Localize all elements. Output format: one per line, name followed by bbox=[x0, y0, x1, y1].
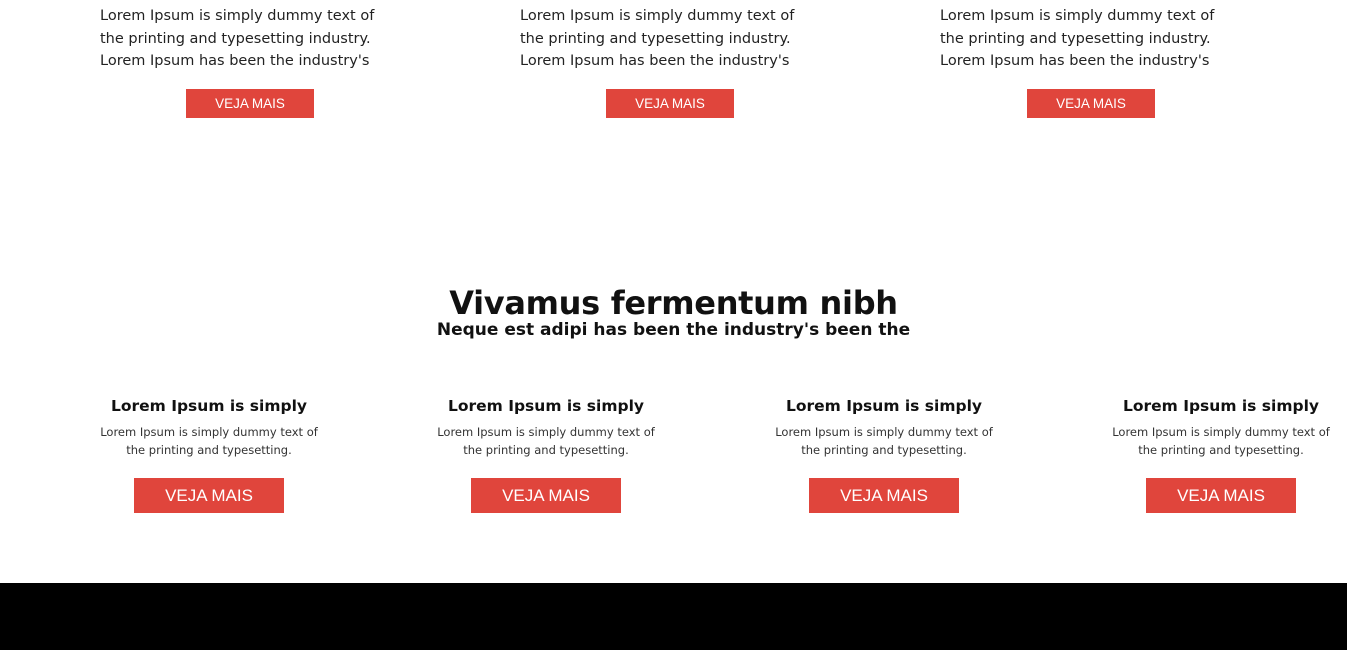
page: Lorem Ipsum is simply dummy text of the … bbox=[0, 0, 1347, 650]
veja-mais-button[interactable]: VEJA MAIS bbox=[186, 89, 314, 118]
top-card-1: Lorem Ipsum is simply dummy text of the … bbox=[100, 5, 400, 73]
feature-card-title: Lorem Ipsum is simply bbox=[447, 397, 645, 415]
feature-card-4: Lorem Ipsum is simply Lorem Ipsum is sim… bbox=[1091, 396, 1347, 513]
feature-card-text: Lorem Ipsum is simply dummy text of the … bbox=[437, 425, 655, 457]
feature-card-title: Lorem Ipsum is simply bbox=[785, 397, 983, 415]
section-subtitle: Neque est adipi has been the industry's … bbox=[436, 320, 911, 340]
feature-card-text: Lorem Ipsum is simply dummy text of the … bbox=[100, 425, 318, 457]
veja-mais-button[interactable]: VEJA MAIS bbox=[1027, 89, 1155, 118]
feature-card-title: Lorem Ipsum is simply bbox=[1122, 397, 1320, 415]
top-card-text: Lorem Ipsum is simply dummy text of the … bbox=[520, 8, 795, 69]
top-card-text: Lorem Ipsum is simply dummy text of the … bbox=[100, 8, 375, 69]
feature-card-1: Lorem Ipsum is simply Lorem Ipsum is sim… bbox=[79, 396, 339, 513]
veja-mais-button[interactable]: VEJA MAIS bbox=[1146, 478, 1296, 513]
feature-card-title: Lorem Ipsum is simply bbox=[110, 397, 308, 415]
section-title: Vivamus fermentum nibh bbox=[449, 284, 898, 322]
feature-card-text: Lorem Ipsum is simply dummy text of the … bbox=[775, 425, 993, 457]
top-card-3: Lorem Ipsum is simply dummy text of the … bbox=[940, 5, 1240, 73]
footer bbox=[0, 583, 1347, 650]
veja-mais-button[interactable]: VEJA MAIS bbox=[809, 478, 959, 513]
top-card-text: Lorem Ipsum is simply dummy text of the … bbox=[940, 8, 1215, 69]
veja-mais-button[interactable]: VEJA MAIS bbox=[471, 478, 621, 513]
veja-mais-button[interactable]: VEJA MAIS bbox=[606, 89, 734, 118]
feature-card-3: Lorem Ipsum is simply Lorem Ipsum is sim… bbox=[754, 396, 1014, 513]
feature-card-text: Lorem Ipsum is simply dummy text of the … bbox=[1112, 425, 1330, 457]
top-card-2: Lorem Ipsum is simply dummy text of the … bbox=[520, 5, 820, 73]
feature-card-2: Lorem Ipsum is simply Lorem Ipsum is sim… bbox=[416, 396, 676, 513]
veja-mais-button[interactable]: VEJA MAIS bbox=[134, 478, 284, 513]
